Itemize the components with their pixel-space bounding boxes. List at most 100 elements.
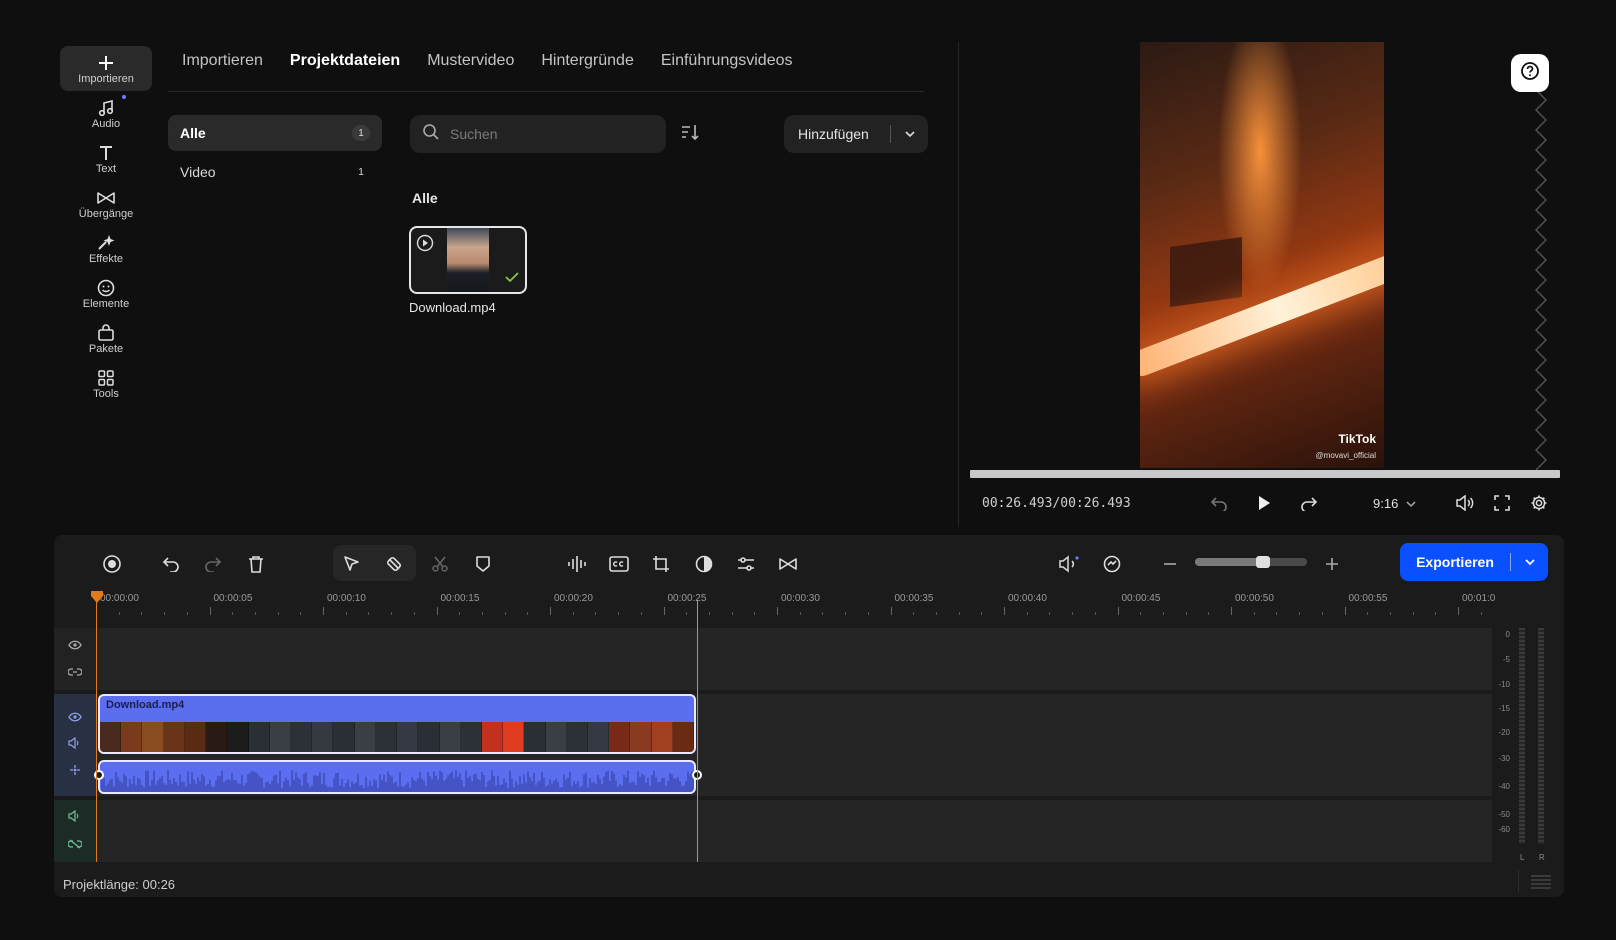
add-button[interactable]: Hinzufügen xyxy=(784,115,928,153)
chevron-down-icon[interactable] xyxy=(891,130,928,138)
crop-button[interactable] xyxy=(645,550,677,582)
record-button[interactable] xyxy=(96,550,128,582)
zoom-slider-handle[interactable] xyxy=(1256,556,1270,568)
ruler-tick-minor xyxy=(1480,612,1482,615)
sparkle-icon[interactable] xyxy=(68,763,82,781)
sort-button[interactable] xyxy=(677,121,703,147)
chevron-down-icon[interactable] xyxy=(1511,558,1548,566)
ruler-tick-minor xyxy=(141,612,143,615)
category-video[interactable]: Video 1 xyxy=(168,154,382,190)
ruler-tick-minor xyxy=(345,612,347,615)
undo-seek-button[interactable] xyxy=(1207,494,1231,516)
sidebar-item-transitions[interactable]: Übergänge xyxy=(60,181,152,226)
sidebar-item-elements[interactable]: Elemente xyxy=(60,271,152,316)
ruler-tick-minor xyxy=(368,612,370,615)
delete-button[interactable] xyxy=(240,550,272,582)
tab-backgrounds[interactable]: Hintergründe xyxy=(541,52,634,80)
filmstrip-frame xyxy=(545,722,567,752)
tab-intro-videos[interactable]: Einführungsvideos xyxy=(661,52,793,80)
zoom-in-button[interactable] xyxy=(1316,550,1348,582)
undo-button[interactable] xyxy=(155,550,187,582)
select-tool-button[interactable] xyxy=(336,550,368,582)
redo-seek-button[interactable] xyxy=(1297,494,1321,516)
filmstrip-frame xyxy=(375,722,398,752)
media-file-name: Download.mp4 xyxy=(409,300,496,315)
audio-detach-button[interactable] xyxy=(1053,550,1085,582)
ruler-tick-minor xyxy=(118,612,120,615)
media-tabs: Importieren Projektdateien Mustervideo H… xyxy=(182,52,819,80)
video-clip[interactable]: Download.mp4 xyxy=(98,694,696,754)
tab-project-files[interactable]: Projektdateien xyxy=(290,52,400,80)
tab-import[interactable]: Importieren xyxy=(182,52,263,80)
ruler-tick-minor xyxy=(867,612,869,615)
settings-button[interactable] xyxy=(1527,494,1551,516)
ruler-label: 00:00:35 xyxy=(894,593,934,604)
overlay-track-header xyxy=(54,628,96,690)
fullscreen-button[interactable] xyxy=(1490,494,1514,516)
unlink-icon[interactable] xyxy=(67,836,83,854)
timeline-ruler[interactable]: 00:00:00 00:00:05 00:00:10 00:00:15 00:00:20… xyxy=(96,590,1495,620)
volume-button[interactable] xyxy=(1453,493,1477,516)
audio-track[interactable] xyxy=(96,800,1492,862)
sidebar-item-effects[interactable]: Effekte xyxy=(60,226,152,271)
ruler-tick-minor xyxy=(1026,612,1028,615)
play-button[interactable] xyxy=(1252,494,1276,516)
category-all[interactable]: Alle 1 xyxy=(168,115,382,151)
ruler-tick-major xyxy=(1231,607,1232,615)
playhead-handle[interactable] xyxy=(90,590,104,604)
audio-clip[interactable] xyxy=(98,760,696,794)
eye-icon[interactable] xyxy=(68,637,82,655)
aspect-ratio-select[interactable]: 9:16 xyxy=(1373,496,1416,511)
help-button[interactable] xyxy=(1511,54,1549,92)
redo-button[interactable] xyxy=(197,550,229,582)
export-button[interactable]: Exportieren xyxy=(1400,543,1548,581)
search-input[interactable] xyxy=(450,126,640,142)
blade-tool-button[interactable] xyxy=(378,550,410,582)
resize-edge-indicator[interactable] xyxy=(1532,90,1552,470)
ruler-tick-major xyxy=(209,607,211,615)
overlay-track[interactable] xyxy=(96,628,1492,690)
sidebar-item-packages[interactable]: Pakete xyxy=(60,316,152,361)
ruler-tick-minor xyxy=(686,612,688,615)
preview-timecode: 00:26.493/00:26.493 xyxy=(982,496,1131,511)
meter-scale-label: -60 xyxy=(1498,825,1510,834)
transition-wizard-button[interactable] xyxy=(772,550,804,582)
split-audio-button[interactable] xyxy=(561,550,593,582)
ruler-tick-major xyxy=(1458,607,1459,615)
preview-progress-bar[interactable] xyxy=(970,470,1560,478)
meter-channel-left: L xyxy=(1520,853,1525,862)
ruler-tick-minor xyxy=(232,612,234,615)
zoom-slider-fill xyxy=(1195,558,1263,566)
link-icon[interactable] xyxy=(67,664,83,682)
ruler-label: 00:00:15 xyxy=(440,593,480,604)
ruler-label: 00:00:05 xyxy=(213,593,253,604)
eye-icon[interactable] xyxy=(68,709,82,727)
blade-icon xyxy=(385,555,403,578)
ruler-tick-minor xyxy=(1412,612,1414,615)
clip-properties-button[interactable] xyxy=(730,550,762,582)
color-adjust-button[interactable] xyxy=(688,550,720,582)
speaker-icon[interactable] xyxy=(68,736,82,754)
tab-sample-video[interactable]: Mustervideo xyxy=(427,52,514,80)
sidebar-item-text[interactable]: Text xyxy=(60,136,152,181)
marker-button[interactable] xyxy=(467,550,499,582)
captions-button[interactable] xyxy=(603,550,635,582)
media-thumbnail[interactable] xyxy=(409,226,527,294)
list-view-icon[interactable] xyxy=(1530,874,1552,895)
video-preview[interactable]: TikTok @movavi_official xyxy=(1140,42,1384,468)
captions-icon xyxy=(609,555,629,577)
audio-meter-right xyxy=(1538,628,1544,844)
ruler-tick-minor xyxy=(1367,612,1369,615)
cut-button[interactable] xyxy=(424,550,456,582)
minus-icon xyxy=(1163,557,1177,576)
sidebar-item-tools[interactable]: Tools xyxy=(60,361,152,406)
speaker-icon[interactable] xyxy=(68,809,82,827)
magnet-snap-button[interactable] xyxy=(1096,550,1128,582)
sidebar-item-import[interactable]: Importieren xyxy=(60,46,152,91)
meter-scale-label: 0 xyxy=(1505,630,1510,639)
ruler-tick-major xyxy=(1344,607,1346,615)
sidebar-item-label: Audio xyxy=(91,117,121,130)
redo-icon xyxy=(204,556,222,577)
zoom-out-button[interactable] xyxy=(1154,550,1186,582)
sidebar-item-audio[interactable]: Audio xyxy=(60,91,152,136)
